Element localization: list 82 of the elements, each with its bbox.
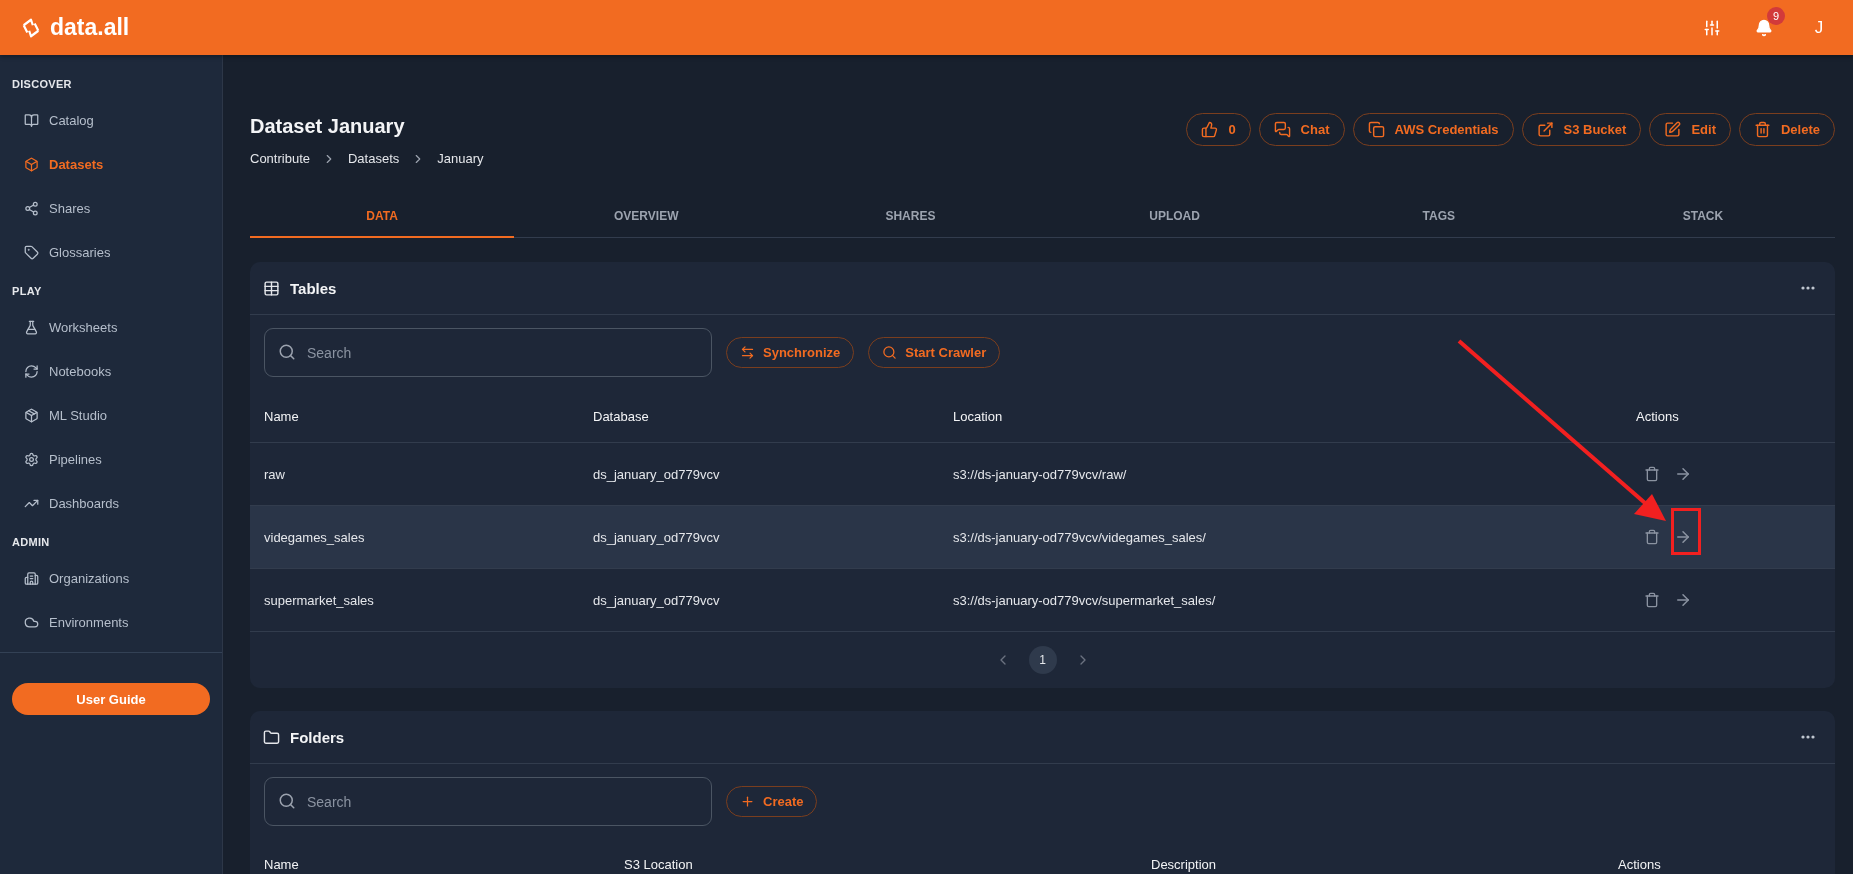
sidebar-item[interactable]: Notebooks xyxy=(0,349,222,393)
column-header: Name xyxy=(264,408,300,424)
search-field[interactable]: Search xyxy=(264,328,712,377)
page-number-button[interactable]: 1 xyxy=(1028,646,1057,674)
table-cell-text: s3://ds-january-od779vcv/videgames_sales/ xyxy=(953,529,1207,545)
folder-icon xyxy=(263,728,280,746)
sidebar-item[interactable]: ML Studio xyxy=(0,393,222,437)
table-icon xyxy=(263,279,280,297)
trash-icon xyxy=(1644,592,1660,608)
sidebar-item[interactable]: Worksheets xyxy=(0,305,222,349)
breadcrumb-link[interactable]: Datasets xyxy=(348,151,400,166)
tab[interactable]: OVERVIEW xyxy=(514,196,779,238)
column-header: Actions xyxy=(1636,408,1680,424)
swap-icon xyxy=(740,345,755,360)
settings-icon xyxy=(24,451,39,467)
share-icon xyxy=(24,200,39,216)
breadcrumb-link[interactable]: January xyxy=(437,151,484,166)
table-cell-text: raw xyxy=(264,466,286,482)
notification-badge: 9 xyxy=(1767,6,1785,25)
table-cell-text: ds_january_od779vcv xyxy=(593,592,721,608)
cloud-icon xyxy=(24,614,39,630)
tab[interactable]: DATA xyxy=(250,196,515,238)
search-icon xyxy=(882,345,898,360)
column-header: S3 Location xyxy=(624,856,694,872)
search-icon xyxy=(278,792,296,810)
building-icon xyxy=(24,570,39,586)
delete-icon xyxy=(1753,121,1771,138)
column-header: Actions xyxy=(1618,856,1662,872)
tab[interactable]: SHARES xyxy=(778,196,1043,238)
trash-icon xyxy=(1644,466,1660,482)
sidebar-item[interactable]: Shares xyxy=(0,186,222,230)
package-icon xyxy=(24,407,39,423)
table-cell-text: videgames_sales xyxy=(264,529,366,545)
sidebar-item[interactable]: Environments xyxy=(0,600,222,644)
section-title: PLAY xyxy=(11,284,43,299)
sidebar-item[interactable]: Catalog xyxy=(0,98,222,142)
section-title: ADMIN xyxy=(11,535,51,550)
tab[interactable]: UPLOAD xyxy=(1042,196,1307,238)
column-header: Location xyxy=(953,408,1004,424)
cube-icon xyxy=(24,156,39,172)
page-title: Dataset January xyxy=(250,115,406,138)
arrow-right-icon xyxy=(1674,465,1692,483)
book-icon xyxy=(24,112,39,128)
chat-icon xyxy=(1273,121,1291,138)
edit-icon xyxy=(1664,121,1682,138)
thumbs-up-icon xyxy=(1201,121,1219,138)
column-header: Database xyxy=(593,408,650,424)
table-cell-text: ds_january_od779vcv xyxy=(593,466,721,482)
card-title: Folders xyxy=(290,728,345,746)
card-title: Tables xyxy=(290,279,337,297)
highlight-box xyxy=(1671,508,1701,555)
copy-icon xyxy=(1367,121,1385,138)
search-field[interactable]: Search xyxy=(264,777,712,826)
sidebar-item[interactable]: Pipelines xyxy=(0,437,222,481)
table-cell-text: s3://ds-january-od779vcv/raw/ xyxy=(953,466,1128,482)
arrow-right-icon xyxy=(1674,528,1692,546)
table-cell-text: supermarket_sales xyxy=(264,592,375,608)
breadcrumb-link[interactable]: Contribute xyxy=(250,151,310,166)
tab[interactable]: STACK xyxy=(1570,196,1836,238)
tag-icon xyxy=(24,244,39,260)
logo-text: data.all xyxy=(50,14,130,41)
arrow-right-icon xyxy=(1674,591,1692,609)
table-cell-text: s3://ds-january-od779vcv/supermarket_sales/ xyxy=(953,592,1217,608)
logo-icon xyxy=(20,16,42,39)
external-link-icon xyxy=(1536,121,1554,138)
column-header: Description xyxy=(1151,856,1218,872)
more-icon xyxy=(1801,735,1815,739)
table-cell-text: ds_january_od779vcv xyxy=(593,529,721,545)
tab[interactable]: TAGS xyxy=(1306,196,1571,238)
column-header: Name xyxy=(264,856,300,872)
more-icon xyxy=(1801,286,1815,290)
plus-icon xyxy=(740,794,755,809)
flask-icon xyxy=(24,319,39,335)
sidebar-item[interactable]: Organizations xyxy=(0,556,222,600)
sidebar-item[interactable]: Dashboards xyxy=(0,481,222,525)
sidebar-item[interactable]: Glossaries xyxy=(0,230,222,274)
sidebar-item[interactable]: Datasets xyxy=(0,142,222,186)
search-icon xyxy=(278,343,296,361)
refresh-icon xyxy=(24,363,39,379)
table-row[interactable]: videgames_sales ds_january_od779vcv s3://ds-january-od779vcv/videgames_sales/ xyxy=(250,506,1835,569)
section-title: DISCOVER xyxy=(11,77,73,92)
trash-icon xyxy=(1644,529,1660,545)
